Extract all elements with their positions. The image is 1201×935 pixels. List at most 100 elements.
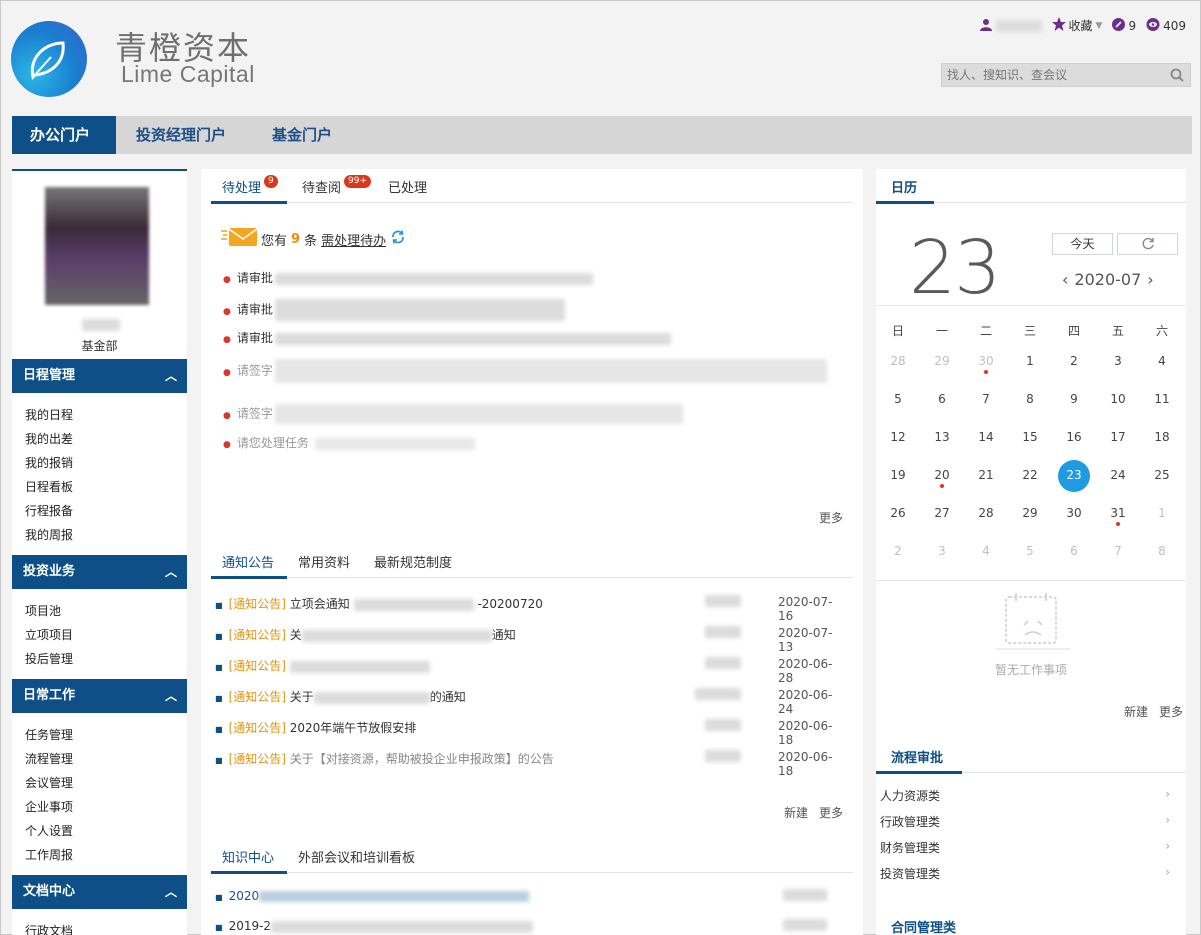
calendar-day[interactable]: 30 [964,354,1008,368]
calendar-day[interactable]: 16 [1052,430,1096,444]
sidebar-item-workflow-management[interactable]: 流程管理 [25,750,73,767]
calendar-day[interactable]: 1 [1140,506,1184,520]
calendar-day[interactable]: 13 [920,430,964,444]
calendar-day[interactable]: 5 [1008,544,1052,558]
notice-row[interactable]: ■ [通知公告] 立项会通知 -20200720 2020-07-16 [215,595,845,623]
todo-item[interactable]: ● 请审批 [223,269,593,286]
flow-item[interactable]: 人力资源类 › [880,787,1170,804]
calendar-day[interactable]: 4 [964,544,1008,558]
sidebar-item-trip-report[interactable]: 行程报备 [25,502,73,519]
calendar-day[interactable]: 15 [1008,430,1052,444]
prev-month-button[interactable]: ‹ [1062,270,1068,289]
flow-item[interactable]: 投资管理类 › [880,865,1170,882]
calendar-day[interactable]: 27 [920,506,964,520]
calendar-day[interactable]: 29 [920,354,964,368]
notice-row[interactable]: ■ [通知公告] 关 通知 2020-07-13 [215,626,845,654]
calendar-day[interactable]: 3 [920,544,964,558]
tab-latest-regulations[interactable]: 最新规范制度 [374,552,452,571]
calendar-day[interactable]: 19 [876,468,920,482]
section-schedule-header[interactable]: 日程管理 ︿ [12,359,187,393]
sidebar-item-task-management[interactable]: 任务管理 [25,726,73,743]
tab-notices[interactable]: 通知公告 [222,552,274,571]
sidebar-item-weekly-report[interactable]: 我的周报 [25,526,73,543]
calendar-day[interactable]: 31 [1096,506,1140,520]
calendar-more-link[interactable]: 更多 [1159,703,1183,720]
notice-row[interactable]: ■ [通知公告] 2020-06-28 [215,657,845,685]
knowledge-row[interactable]: ■ 2020 [215,889,845,903]
calendar-day[interactable]: 8 [1140,544,1184,558]
calendar-day[interactable]: 1 [1008,354,1052,368]
calendar-day[interactable]: 22 [1008,468,1052,482]
calendar-day[interactable]: 23 [1052,468,1096,482]
notice-row[interactable]: ■ [通知公告] 2020年端午节放假安排 2020-06-18 [215,719,845,747]
todo-item[interactable]: ● 请签字 [223,359,827,383]
pending-link[interactable]: 需处理待办 [321,230,386,249]
section-investment-header[interactable]: 投资业务 ︿ [12,555,187,589]
calendar-day[interactable]: 7 [1096,544,1140,558]
section-daily-work-header[interactable]: 日常工作 ︿ [12,679,187,713]
calendar-day[interactable]: 2 [876,544,920,558]
calendar-day[interactable]: 3 [1096,354,1140,368]
tab-to-review[interactable]: 待查阅 [302,177,341,196]
sidebar-item-admin-docs[interactable]: 行政文档 [25,922,73,935]
calendar-day[interactable]: 2 [1052,354,1096,368]
calendar-day[interactable]: 24 [1096,468,1140,482]
calendar-day[interactable]: 17 [1096,430,1140,444]
notice-row[interactable]: ■ [通知公告] 关于 的通知 2020-06-24 [215,688,845,716]
calendar-day[interactable]: 12 [876,430,920,444]
today-button[interactable]: 今天 [1052,233,1113,255]
flow-item[interactable]: 财务管理类 › [880,839,1170,856]
tab-office-portal[interactable]: 办公门户 [12,116,116,154]
calendar-day[interactable]: 10 [1096,392,1140,406]
pending-more-link[interactable]: 更多 [819,509,843,526]
notice-row[interactable]: ■ [通知公告] 关于【对接资源，帮助被投企业申报政策】的公告 2020-06-18 [215,750,845,778]
view-counter[interactable]: 409 [1146,17,1186,34]
flow-item[interactable]: 行政管理类 › [880,813,1170,830]
calendar-day[interactable]: 25 [1140,468,1184,482]
calendar-day[interactable]: 20 [920,468,964,482]
edit-counter[interactable]: 9 [1112,17,1136,34]
calendar-day[interactable]: 28 [876,354,920,368]
notice-new-link[interactable]: 新建 [784,804,808,821]
calendar-day[interactable]: 11 [1140,392,1184,406]
calendar-day[interactable]: 26 [876,506,920,520]
tab-fund-portal[interactable]: 基金门户 [254,116,350,154]
notice-more-link[interactable]: 更多 [819,804,843,821]
sidebar-item-my-expenses[interactable]: 我的报销 [25,454,73,471]
todo-item[interactable]: ● 请您处理任务 [223,434,475,451]
knowledge-row[interactable]: ■ 2019-2 [215,919,845,933]
sidebar-item-post-investment[interactable]: 投后管理 [25,650,73,667]
sidebar-item-meeting-management[interactable]: 会议管理 [25,774,73,791]
sidebar-item-project-pool[interactable]: 项目池 [25,602,61,619]
sidebar-item-approved-projects[interactable]: 立项项目 [25,626,73,643]
section-documents-header[interactable]: 文档中心 ︿ [12,875,187,909]
calendar-day[interactable]: 29 [1008,506,1052,520]
calendar-day[interactable]: 4 [1140,354,1184,368]
todo-item[interactable]: ● 请审批 [223,299,565,321]
todo-item[interactable]: ● 请签字 [223,404,683,424]
tab-investment-manager-portal[interactable]: 投资经理门户 [118,116,244,154]
search-input[interactable] [942,64,1162,86]
calendar-day[interactable]: 18 [1140,430,1184,444]
favorites-menu[interactable]: 收藏 ▼ [1051,17,1102,34]
calendar-day[interactable]: 30 [1052,506,1096,520]
tab-pending[interactable]: 待处理 [222,177,261,196]
avatar[interactable] [45,187,149,305]
sidebar-item-my-trips[interactable]: 我的出差 [25,430,73,447]
tab-external-meetings[interactable]: 外部会议和培训看板 [298,847,415,866]
sidebar-item-personal-settings[interactable]: 个人设置 [25,822,73,839]
calendar-day[interactable]: 9 [1052,392,1096,406]
calendar-day[interactable]: 5 [876,392,920,406]
tab-knowledge-center[interactable]: 知识中心 [222,847,274,866]
calendar-day[interactable]: 28 [964,506,1008,520]
refresh-calendar-button[interactable] [1117,233,1178,255]
tab-common-materials[interactable]: 常用资料 [298,552,350,571]
next-month-button[interactable]: › [1147,270,1153,289]
calendar-day[interactable]: 21 [964,468,1008,482]
sidebar-item-my-schedule[interactable]: 我的日程 [25,406,73,423]
todo-item[interactable]: ● 请审批 [223,329,671,346]
calendar-day[interactable]: 8 [1008,392,1052,406]
refresh-icon[interactable] [390,229,406,249]
calendar-day[interactable]: 6 [1052,544,1096,558]
sidebar-item-schedule-board[interactable]: 日程看板 [25,478,73,495]
